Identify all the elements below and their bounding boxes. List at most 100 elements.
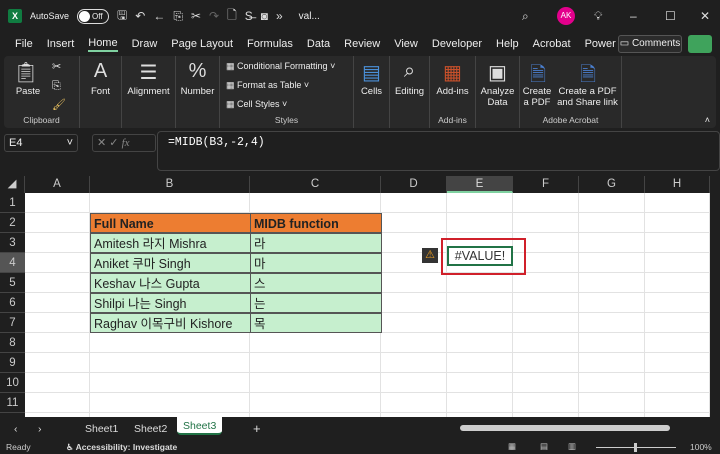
column-header-D[interactable]: D xyxy=(381,176,447,193)
add-sheet-icon[interactable]: + xyxy=(253,420,261,438)
tab-draw[interactable]: Draw xyxy=(132,38,158,50)
paste-button[interactable]: Paste xyxy=(8,86,48,97)
column-header-C[interactable]: C xyxy=(250,176,381,193)
create-pdf-button[interactable]: Create a PDF xyxy=(520,86,554,108)
column-header-A[interactable]: A xyxy=(25,176,90,193)
cell-full-name[interactable]: Amitesh 라지 Mishra xyxy=(90,233,251,253)
prev-sheet-icon[interactable]: ‹ xyxy=(14,420,18,438)
lightbulb-icon[interactable]: 💡︎ xyxy=(594,9,602,24)
analyze-data-button[interactable]: ▣ Analyze Data xyxy=(476,56,520,128)
row-header-9[interactable]: 9 xyxy=(0,353,25,373)
row-header-11[interactable]: 11 xyxy=(0,393,25,413)
cell-midb-result[interactable]: 스 xyxy=(250,273,382,293)
strikethrough-icon[interactable]: S̶ xyxy=(245,9,253,23)
back-icon[interactable]: ← xyxy=(153,9,165,23)
horizontal-scrollbar[interactable] xyxy=(460,425,670,431)
sheet-tab-2[interactable]: Sheet2 xyxy=(134,420,167,438)
vertical-scrollbar[interactable] xyxy=(710,176,720,417)
spreadsheet-grid[interactable]: ABCDEFGH◢123456789101112Full NameMIDB fu… xyxy=(0,176,710,417)
autosave-toggle[interactable]: Off xyxy=(77,8,110,24)
cell-full-name[interactable]: Raghav 이목구비 Kishore xyxy=(90,313,251,333)
column-header-E[interactable]: E xyxy=(447,176,513,193)
tab-formulas[interactable]: Formulas xyxy=(247,38,293,50)
cell-midb-result[interactable]: 는 xyxy=(250,293,382,313)
row-header-7[interactable]: 7 xyxy=(0,313,25,333)
redo-icon[interactable]: ↷ xyxy=(209,9,219,23)
paste-icon[interactable]: 📋︎ xyxy=(13,60,38,85)
row-header-1[interactable]: 1 xyxy=(0,193,25,213)
addins-icon[interactable]: ▦ xyxy=(443,60,462,85)
cell-full-name[interactable]: Shilpi 나는 Singh xyxy=(90,293,251,313)
row-header-3[interactable]: 3 xyxy=(0,233,25,253)
page-layout-view-icon[interactable]: ▤ xyxy=(540,441,548,452)
number-group[interactable]: % Number xyxy=(176,56,220,128)
save-icon[interactable]: 🖫 xyxy=(117,6,127,27)
sheet-tab-1[interactable]: Sheet1 xyxy=(85,420,118,438)
error-warning-icon[interactable]: ⚠ xyxy=(422,248,438,263)
insert-function-button[interactable]: fx xyxy=(122,137,130,149)
header-full-name[interactable]: Full Name xyxy=(90,213,251,233)
tab-file[interactable]: File xyxy=(15,38,33,50)
collapse-ribbon-icon[interactable]: ˄ xyxy=(705,115,710,125)
file-name[interactable]: val... xyxy=(299,11,320,22)
format-painter-icon[interactable]: 🖌︎ xyxy=(52,98,66,111)
tab-home[interactable]: Home xyxy=(88,37,118,52)
cancel-icon[interactable]: ✕ xyxy=(97,137,106,149)
cell-full-name[interactable]: Keshav 나스 Gupta xyxy=(90,273,251,293)
row-header-4[interactable]: 4 xyxy=(0,253,25,273)
enter-icon[interactable]: ✓ xyxy=(109,137,118,149)
editing-button[interactable]: ⌕ Editing xyxy=(390,56,430,128)
formula-input[interactable]: =MIDB(B3,-2,4) xyxy=(157,131,720,171)
tab-acrobat[interactable]: Acrobat xyxy=(533,38,571,50)
name-box[interactable]: E4 ˅ xyxy=(4,134,78,152)
font-group[interactable]: A Font xyxy=(80,56,122,128)
cut-icon[interactable]: ✂ xyxy=(191,9,201,23)
search-icon[interactable]: ⌕ xyxy=(522,9,529,24)
tab-help[interactable]: Help xyxy=(496,38,519,50)
accessibility-status[interactable]: ♿︎ Accessibility: Investigate xyxy=(66,442,177,453)
copy-icon[interactable]: ⎘ xyxy=(52,80,61,93)
next-sheet-icon[interactable]: › xyxy=(38,420,42,438)
column-header-G[interactable]: G xyxy=(579,176,645,193)
row-header-5[interactable]: 5 xyxy=(0,273,25,293)
cell-full-name[interactable]: Aniket 쿠마 Singh xyxy=(90,253,251,273)
cell-styles-button[interactable]: ▦ Cell Styles ˅ xyxy=(226,99,287,110)
tab-data[interactable]: Data xyxy=(307,38,330,50)
comments-button[interactable]: ▭ Comments xyxy=(618,35,682,53)
minimize-icon[interactable]: – xyxy=(630,9,637,23)
row-header-6[interactable]: 6 xyxy=(0,293,25,313)
zoom-level[interactable]: 100% xyxy=(690,442,712,452)
zoom-slider-thumb[interactable] xyxy=(634,443,637,452)
row-header-2[interactable]: 2 xyxy=(0,213,25,233)
cell-midb-result[interactable]: 목 xyxy=(250,313,382,333)
avatar[interactable]: AK xyxy=(557,7,575,25)
cell-midb-result[interactable]: 마 xyxy=(250,253,382,273)
camera-icon[interactable]: ◙ xyxy=(261,9,268,23)
normal-view-icon[interactable]: ▦ xyxy=(508,441,516,452)
maximize-icon[interactable]: ☐ xyxy=(665,9,676,23)
alignment-group[interactable]: ☰ Alignment xyxy=(122,56,176,128)
column-header-B[interactable]: B xyxy=(90,176,250,193)
tab-insert[interactable]: Insert xyxy=(47,38,75,50)
select-all[interactable]: ◢ xyxy=(0,176,25,193)
column-header-H[interactable]: H xyxy=(645,176,710,193)
conditional-formatting-button[interactable]: ▦ Conditional Formatting ˅ xyxy=(226,61,335,72)
header-midb-function[interactable]: MIDB function xyxy=(250,213,382,233)
close-icon[interactable]: ✕ xyxy=(700,9,710,23)
row-header-10[interactable]: 10 xyxy=(0,373,25,393)
tab-review[interactable]: Review xyxy=(344,38,380,50)
page-break-view-icon[interactable]: ▥ xyxy=(568,441,576,452)
new-file-icon[interactable]: 🗋 xyxy=(227,6,237,27)
column-header-F[interactable]: F xyxy=(513,176,579,193)
tab-developer[interactable]: Developer xyxy=(432,38,482,50)
row-header-8[interactable]: 8 xyxy=(0,333,25,353)
tab-view[interactable]: View xyxy=(394,38,418,50)
cell-midb-result[interactable]: 라 xyxy=(250,233,382,253)
format-as-table-button[interactable]: ▦ Format as Table ˅ xyxy=(226,80,309,91)
share-button[interactable] xyxy=(688,35,712,53)
more-icon[interactable]: » xyxy=(276,9,283,23)
cells-button[interactable]: ▤ Cells xyxy=(354,56,390,128)
create-pdf-share-button[interactable]: Create a PDF and Share link xyxy=(554,86,621,108)
copy-icon[interactable]: ⎘ xyxy=(173,9,183,24)
sheet-tab-3[interactable]: Sheet3 xyxy=(177,417,223,435)
